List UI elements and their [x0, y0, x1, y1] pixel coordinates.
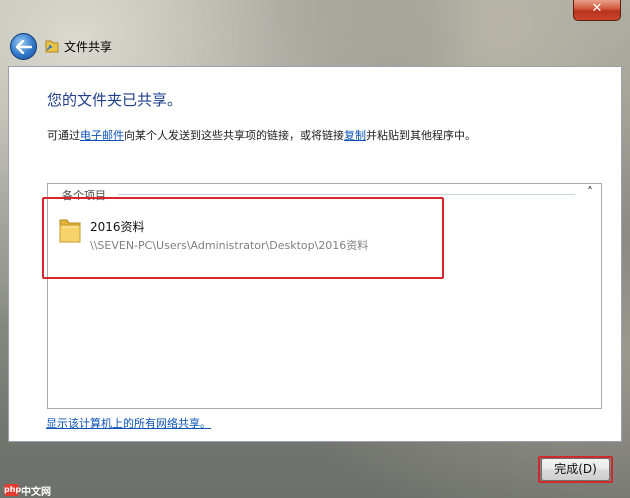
watermark: php 中文网	[4, 483, 51, 498]
group-divider	[118, 194, 575, 195]
close-button[interactable]: ✕	[573, 0, 621, 21]
network-shares-link[interactable]: 显示该计算机上的所有网络共享。	[46, 415, 211, 431]
window-title: 文件共享	[64, 40, 113, 54]
instruction-before: 可通过	[47, 129, 80, 142]
back-button[interactable]	[10, 33, 37, 60]
copy-link[interactable]: 复制	[344, 129, 366, 142]
close-icon: ✕	[591, 1, 603, 16]
file-sharing-icon	[45, 40, 59, 53]
done-button[interactable]: 完成(D)	[541, 458, 610, 481]
watermark-text: 中文网	[21, 486, 51, 498]
page-title: 您的文件夹已共享。	[47, 91, 183, 109]
instruction-middle: 向某个人发送到这些共享项的链接，或将链接	[124, 129, 344, 142]
back-arrow-icon	[15, 39, 32, 54]
instruction-after: 并粘贴到其他程序中。	[366, 129, 476, 142]
watermark-badge: php	[4, 484, 22, 496]
highlight-box	[42, 197, 444, 279]
collapse-icon[interactable]: ˄	[587, 185, 593, 199]
email-link[interactable]: 电子邮件	[80, 129, 124, 142]
instruction-text: 可通过电子邮件向某个人发送到这些共享项的链接，或将链接复制并粘贴到其他程序中。	[47, 127, 476, 143]
